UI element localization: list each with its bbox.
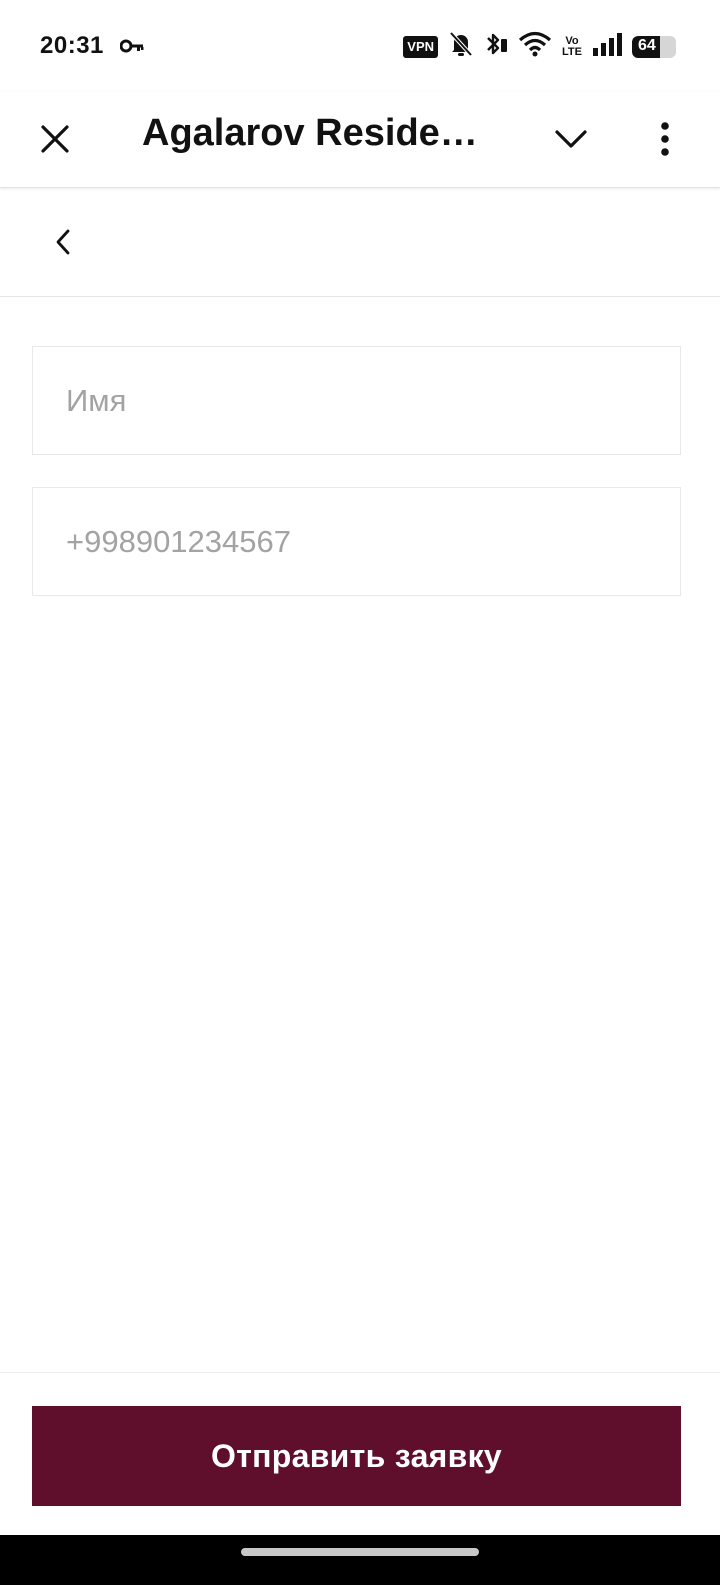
status-time: 20:31 (40, 32, 104, 59)
vpn-badge: VPN (403, 35, 439, 58)
name-input[interactable] (66, 347, 680, 454)
status-bar: 20:31 VPN Vo LTE 64 (0, 0, 720, 92)
wifi-icon (518, 31, 552, 62)
bell-off-icon (448, 30, 474, 63)
bluetooth-icon (484, 30, 508, 63)
name-field[interactable] (32, 346, 681, 455)
close-icon (41, 125, 69, 153)
expand-button[interactable] (546, 114, 596, 164)
back-button[interactable] (40, 219, 86, 265)
sub-header (0, 189, 720, 297)
chevron-down-icon (555, 130, 587, 148)
signal-icon (592, 32, 622, 61)
chevron-left-icon (56, 229, 70, 255)
submit-request-button[interactable]: Отправить заявку (32, 1406, 681, 1506)
home-gesture-handle[interactable] (241, 1548, 479, 1556)
volte-icon: Vo LTE (562, 34, 582, 58)
phone-input[interactable] (66, 488, 680, 595)
app-bar: Agalarov Residen… (0, 92, 720, 188)
battery-icon: 64 (632, 35, 676, 58)
screen: 20:31 VPN Vo LTE 64 Agalarov Residen… Им… (0, 0, 720, 1585)
key-icon (119, 39, 144, 53)
more-options-button[interactable] (640, 114, 690, 164)
page-title: Agalarov Residen… (142, 112, 482, 154)
system-nav-bar (0, 1535, 720, 1585)
more-vert-icon (661, 122, 669, 156)
volte-top: Vo (565, 34, 579, 47)
status-icons: VPN Vo LTE 64 (403, 30, 676, 63)
close-button[interactable] (30, 114, 80, 164)
footer-divider (0, 1372, 720, 1373)
volte-bottom: LTE (562, 45, 582, 58)
battery-level: 64 (638, 36, 656, 54)
phone-field[interactable] (32, 487, 681, 596)
